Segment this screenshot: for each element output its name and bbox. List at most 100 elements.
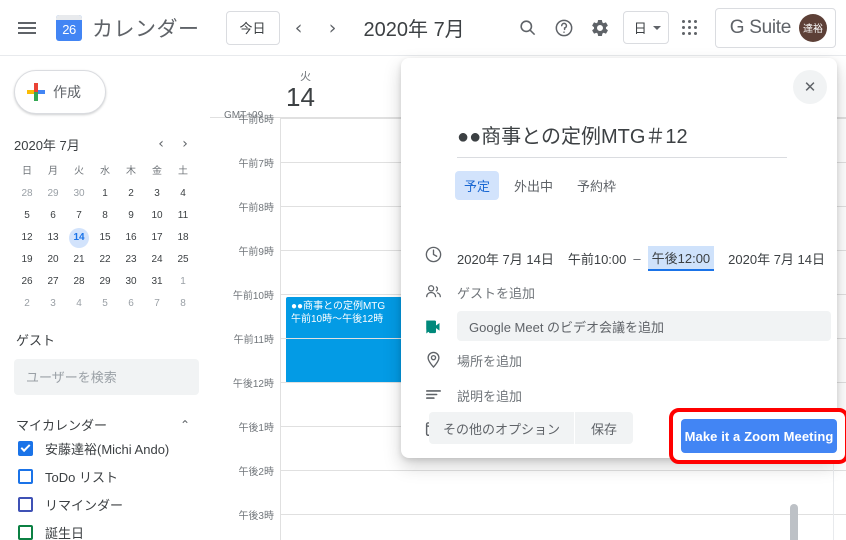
avatar[interactable]: 達裕 — [799, 13, 827, 42]
more-options-button[interactable]: その他のオプション — [429, 419, 574, 438]
calendar-checkbox[interactable] — [18, 468, 33, 484]
calendar-checkbox[interactable] — [18, 524, 33, 540]
start-time-field[interactable]: 午前10:00 — [568, 249, 627, 268]
mini-calendar-prev[interactable]: ‹ — [150, 133, 172, 155]
guest-section-label: ゲスト — [16, 333, 56, 348]
mini-calendar-day[interactable]: 15 — [92, 227, 118, 248]
hamburger-menu-icon[interactable] — [8, 9, 46, 47]
mini-calendar-day[interactable]: 5 — [92, 293, 118, 314]
mini-calendar-day[interactable]: 25 — [170, 249, 196, 270]
vertical-scrollbar[interactable] — [790, 504, 798, 540]
end-date-field[interactable]: 2020年 7月 14日 — [728, 249, 825, 268]
add-guests-field[interactable]: ゲストを追加 — [457, 283, 535, 302]
mini-calendar-grid: 日月火水木金土 28 29 30 1 2 3 4 5 6 7 8 9 10 11 12 13 14 15 16 17 18… — [14, 162, 196, 314]
mini-calendar-day[interactable]: 22 — [92, 249, 118, 270]
mini-calendar: 2020年 7月 ‹ › 日月火水木金土 28 29 30 1 2 3 4 5 6 7 8 9 10 11 1… — [0, 132, 210, 314]
end-time-field[interactable]: 午後12:00 — [647, 246, 715, 271]
mini-calendar-day[interactable]: 9 — [118, 205, 144, 226]
mini-calendar-navs: ‹ › — [150, 133, 196, 155]
gsuite-account-button[interactable]: G Suite 達裕 — [714, 7, 836, 48]
mini-calendar-day[interactable]: 1 — [170, 271, 196, 292]
mini-calendar-day[interactable]: 17 — [144, 227, 170, 248]
calendar-checkbox[interactable] — [18, 496, 33, 512]
mini-calendar-day[interactable]: 11 — [170, 205, 196, 226]
mini-calendar-day[interactable]: 12 — [14, 227, 40, 248]
calendar-list-item[interactable]: 安藤達裕(Michi Ando) — [0, 434, 210, 462]
mini-calendar-day[interactable]: 1 — [92, 183, 118, 204]
mini-calendar-day[interactable]: 30 — [118, 271, 144, 292]
chevron-up-icon[interactable]: ⌃ — [180, 418, 190, 432]
google-meet-icon — [421, 314, 445, 338]
mini-calendar-day[interactable]: 16 — [118, 227, 144, 248]
mini-calendar-day[interactable]: 3 — [40, 293, 66, 314]
add-location-field[interactable]: 場所を追加 — [457, 351, 522, 370]
mini-calendar-day[interactable]: 7 — [66, 205, 92, 226]
event-block-time: 午前10時～午後12時 — [291, 314, 384, 325]
gear-icon[interactable] — [583, 11, 617, 45]
calendar-logo-icon[interactable]: 26 — [56, 14, 82, 41]
close-icon[interactable]: ✕ — [793, 70, 827, 104]
mini-calendar-day[interactable]: 3 — [144, 183, 170, 204]
make-it-a-zoom-meeting-button[interactable]: Make it a Zoom Meeting — [681, 419, 837, 453]
dialog-footer: その他のオプション 保存 Make it a Zoom Meeting — [401, 400, 846, 464]
mini-calendar-day[interactable]: 28 — [14, 183, 40, 204]
mini-calendar-day-selected[interactable]: 14 — [66, 227, 92, 248]
mini-calendar-day[interactable]: 2 — [14, 293, 40, 314]
event-title-input[interactable]: ●●商事との定例MTG＃12 — [457, 120, 787, 158]
guest-search-input[interactable] — [14, 359, 199, 395]
mini-calendar-day[interactable]: 4 — [66, 293, 92, 314]
my-calendars-header[interactable]: マイカレンダー ⌃ — [0, 395, 210, 434]
apps-grid-icon[interactable] — [673, 11, 707, 45]
today-button[interactable]: 今日 — [225, 10, 280, 45]
view-selector[interactable]: 日 — [622, 11, 669, 44]
mini-calendar-day[interactable]: 28 — [66, 271, 92, 292]
mini-calendar-title: 2020年 7月 — [14, 137, 80, 153]
tab-event[interactable]: 予定 — [455, 171, 500, 200]
mini-calendar-day[interactable]: 8 — [170, 293, 196, 314]
hour-label: 午後12時 — [232, 379, 274, 390]
gsuite-label: G Suite — [729, 16, 792, 38]
tab-out-of-office[interactable]: 外出中 — [505, 171, 562, 200]
mini-calendar-day[interactable]: 27 — [40, 271, 66, 292]
previous-period-arrow[interactable]: ‹ — [284, 13, 314, 43]
mini-calendar-day[interactable]: 19 — [14, 249, 40, 270]
tab-appointment-slots[interactable]: 予約枠 — [568, 171, 625, 200]
mini-calendar-day[interactable]: 30 — [66, 183, 92, 204]
mini-calendar-next[interactable]: › — [174, 133, 196, 155]
save-button[interactable]: 保存 — [575, 419, 633, 438]
hour-gridline — [281, 514, 846, 515]
mini-calendar-day[interactable]: 10 — [144, 205, 170, 226]
mini-calendar-day[interactable]: 24 — [144, 249, 170, 270]
event-block[interactable]: ●●商事との定例MTG 午前10時～午後12時 — [285, 296, 403, 384]
search-icon[interactable] — [511, 11, 545, 45]
mini-calendar-day[interactable]: 18 — [170, 227, 196, 248]
calendar-list-item[interactable]: リマインダー — [0, 490, 210, 518]
mini-calendar-day[interactable]: 29 — [40, 183, 66, 204]
mini-calendar-day[interactable]: 5 — [14, 205, 40, 226]
mini-calendar-day[interactable]: 7 — [144, 293, 170, 314]
current-period-label: 2020年 7月 — [363, 19, 465, 41]
mini-calendar-day[interactable]: 23 — [118, 249, 144, 270]
mini-calendar-day[interactable]: 20 — [40, 249, 66, 270]
mini-calendar-day[interactable]: 26 — [14, 271, 40, 292]
calendar-list-item[interactable]: ToDo リスト — [0, 462, 210, 490]
mini-calendar-day[interactable]: 31 — [144, 271, 170, 292]
create-button[interactable]: 作成 — [14, 70, 106, 114]
calendar-list-item[interactable]: 誕生日 — [0, 518, 210, 540]
calendar-item-label: リマインダー — [45, 497, 124, 513]
mini-calendar-day[interactable]: 2 — [118, 183, 144, 204]
help-icon[interactable] — [547, 11, 581, 45]
start-date-field[interactable]: 2020年 7月 14日 — [457, 249, 554, 268]
mini-calendar-day[interactable]: 6 — [118, 293, 144, 314]
top-app-bar: 26 カレンダー 今日 ‹ › 2020年 7月 日 G Suite 達裕 — [0, 0, 846, 56]
calendar-checkbox[interactable] — [18, 440, 33, 456]
mini-calendar-day[interactable]: 8 — [92, 205, 118, 226]
next-period-arrow[interactable]: › — [318, 13, 348, 43]
mini-calendar-day[interactable]: 13 — [40, 227, 66, 248]
mini-calendar-day[interactable]: 4 — [170, 183, 196, 204]
mini-calendar-day[interactable]: 21 — [66, 249, 92, 270]
hour-gridline — [281, 470, 846, 471]
mini-calendar-day[interactable]: 29 — [92, 271, 118, 292]
mini-calendar-day[interactable]: 6 — [40, 205, 66, 226]
add-meet-conference-button[interactable]: Google Meet のビデオ会議を追加 — [457, 311, 831, 341]
